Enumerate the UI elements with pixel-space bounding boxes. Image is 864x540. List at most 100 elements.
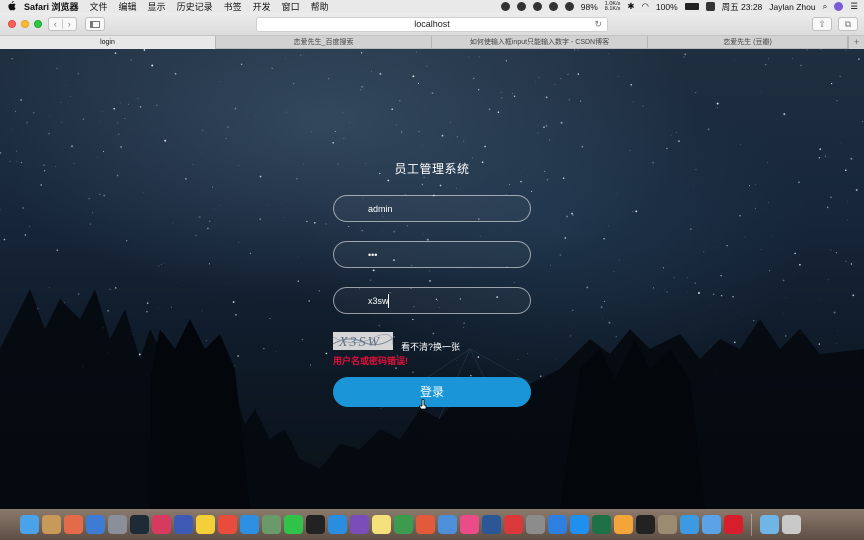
- dock-calendar-icon[interactable]: [416, 515, 435, 534]
- dock-sketch-icon[interactable]: [614, 515, 633, 534]
- dock-separator: [751, 513, 752, 536]
- dock-launchpad-icon[interactable]: [108, 515, 127, 534]
- dock-preview-icon[interactable]: [86, 515, 105, 534]
- dock-folder-icon[interactable]: [760, 515, 779, 534]
- tab-login[interactable]: login: [0, 36, 216, 49]
- captcha-field-wrapper: [333, 287, 531, 314]
- dock-notes-pad-icon[interactable]: [372, 515, 391, 534]
- dock-app-store-icon[interactable]: [328, 515, 347, 534]
- dock-netease-music-icon[interactable]: [724, 515, 743, 534]
- dock-paste-icon[interactable]: [504, 515, 523, 534]
- username-input[interactable]: [368, 196, 518, 221]
- dock-itunes-icon[interactable]: [460, 515, 479, 534]
- apple-icon[interactable]: [6, 0, 16, 13]
- menu-develop[interactable]: 开发: [253, 0, 271, 13]
- captcha-image-text: X3SW: [338, 335, 381, 350]
- dock-terminal-icon[interactable]: [174, 515, 193, 534]
- dock-photos-icon[interactable]: [64, 515, 83, 534]
- dock-teamviewer-icon[interactable]: [570, 515, 589, 534]
- menu-window[interactable]: 窗口: [282, 0, 300, 13]
- battery-icon[interactable]: [684, 3, 699, 10]
- chevron-left-icon[interactable]: ‹: [49, 19, 63, 29]
- menu-bookmarks[interactable]: 书签: [224, 0, 242, 13]
- dock-word-icon[interactable]: [482, 515, 501, 534]
- close-window-icon[interactable]: [8, 20, 16, 28]
- chevron-right-icon[interactable]: ›: [63, 19, 76, 29]
- mouse-pointer-icon: [419, 399, 427, 410]
- menu-app-name[interactable]: Safari 浏览器: [24, 0, 79, 13]
- dock-trash-tool-icon[interactable]: [658, 515, 677, 534]
- sidebar-button[interactable]: [85, 17, 105, 31]
- dock-baidu-netdisk-icon[interactable]: [548, 515, 567, 534]
- captcha-refresh-link[interactable]: 看不清?换一张: [401, 340, 460, 353]
- menu-help[interactable]: 帮助: [311, 0, 329, 13]
- night-sky-background: [0, 49, 864, 509]
- bluetooth-icon[interactable]: ✱: [627, 1, 634, 12]
- wechat-icon[interactable]: [532, 2, 542, 11]
- dock-numbers-icon[interactable]: [394, 515, 413, 534]
- dock-intellij-icon[interactable]: [152, 515, 171, 534]
- new-tab-button[interactable]: +: [848, 36, 864, 49]
- tab-bar: login 恋爱先生_百度搜索 如何使输入框input只能输入数字 - CSDN…: [0, 36, 864, 49]
- dock-screenshot-icon[interactable]: [262, 515, 281, 534]
- dock-stickies-icon[interactable]: [196, 515, 215, 534]
- dock-qq2-icon[interactable]: [636, 515, 655, 534]
- tab-baidu-search[interactable]: 恋爱先生_百度搜索: [216, 36, 432, 49]
- address-bar[interactable]: localhost ↻: [256, 17, 608, 32]
- siri-icon[interactable]: [834, 2, 844, 11]
- network-speed: 1.0K/s 8.1K/s: [604, 1, 621, 12]
- dock-system-preferences-icon[interactable]: [526, 515, 545, 534]
- clock[interactable]: 周五 23:28: [722, 1, 763, 13]
- tab-douban[interactable]: 恋爱先生 (豆瓣): [648, 36, 848, 49]
- user-name[interactable]: Jaylan Zhou: [769, 2, 815, 12]
- dock-qq-icon[interactable]: [306, 515, 325, 534]
- notification-center-icon[interactable]: ☰: [850, 1, 858, 12]
- captcha-image-graphic: X3SW: [333, 332, 393, 350]
- dock-mail-icon[interactable]: [702, 515, 721, 534]
- notification-icon[interactable]: [516, 2, 526, 11]
- minimize-window-icon[interactable]: [21, 20, 29, 28]
- dock-axure-icon[interactable]: [350, 515, 369, 534]
- dock-xcode-icon[interactable]: [680, 515, 699, 534]
- menu-bar: Safari 浏览器 文件 编辑 显示 历史记录 书签 开发 窗口 帮助 98%…: [0, 0, 864, 13]
- login-title: 员工管理系统: [394, 162, 470, 176]
- dock-preview2-icon[interactable]: [438, 515, 457, 534]
- dock-wechat-icon[interactable]: [284, 515, 303, 534]
- username-field-wrapper: [333, 195, 531, 222]
- menu-view[interactable]: 显示: [148, 0, 166, 13]
- battery-text: 100%: [655, 1, 678, 12]
- wifi-icon[interactable]: ◠: [641, 1, 648, 12]
- url-text: localhost: [414, 19, 450, 29]
- menu-file[interactable]: 文件: [90, 0, 108, 13]
- dock-notes-icon[interactable]: [42, 515, 61, 534]
- dock-pycharm-icon[interactable]: [130, 515, 149, 534]
- qq-icon[interactable]: [548, 2, 558, 11]
- cpu-icon[interactable]: [564, 2, 574, 11]
- tab-csdn-blog[interactable]: 如何使输入框input只能输入数字 - CSDN博客: [432, 36, 648, 49]
- back-forward-buttons: ‹ ›: [48, 17, 77, 31]
- captcha-image[interactable]: X3SW: [333, 332, 393, 350]
- share-button[interactable]: ⇧: [812, 17, 832, 31]
- password-input[interactable]: [368, 242, 518, 267]
- menu-history[interactable]: 历史记录: [177, 0, 213, 13]
- dock-finder-icon[interactable]: [20, 515, 39, 534]
- record-icon[interactable]: [500, 2, 510, 11]
- login-error-message: 用户名或密码错误!: [333, 356, 408, 366]
- captcha-input[interactable]: [368, 288, 518, 313]
- dock-excel-icon[interactable]: [592, 515, 611, 534]
- net-down: 8.1K/s: [604, 5, 621, 12]
- input-method-icon[interactable]: [705, 2, 715, 11]
- cpu-text: 98%: [580, 1, 598, 12]
- window-controls: [8, 20, 42, 28]
- dock-trash-icon[interactable]: [782, 515, 801, 534]
- menu-edit[interactable]: 编辑: [119, 0, 137, 13]
- login-button[interactable]: 登录: [333, 377, 531, 407]
- dock-safari-icon[interactable]: [240, 515, 259, 534]
- dock: [0, 509, 864, 540]
- reload-icon[interactable]: ↻: [594, 18, 602, 31]
- text-caret: [388, 294, 389, 308]
- maximize-window-icon[interactable]: [34, 20, 42, 28]
- dock-chrome-icon[interactable]: [218, 515, 237, 534]
- show-tabs-button[interactable]: ⧉: [838, 17, 858, 31]
- spotlight-icon[interactable]: ⌕: [823, 1, 828, 12]
